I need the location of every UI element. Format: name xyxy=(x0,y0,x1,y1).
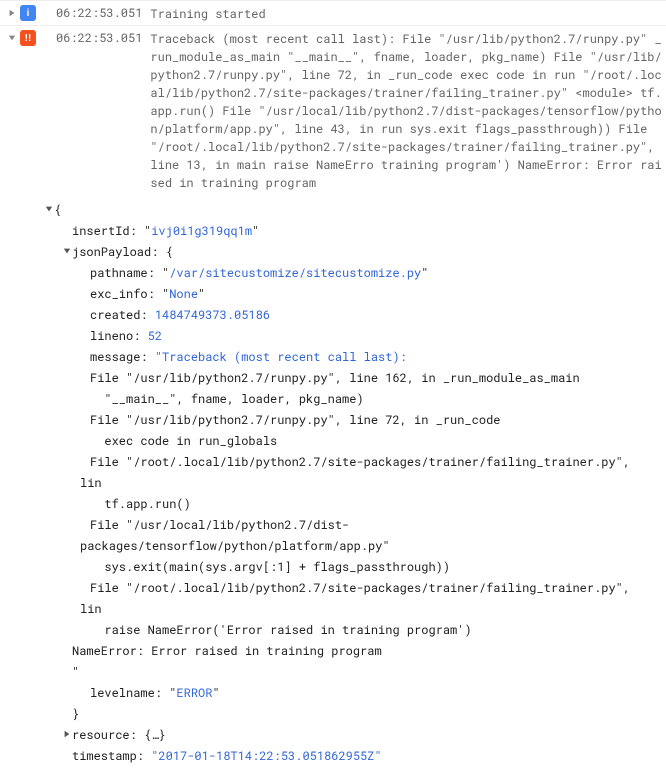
json-close-brace: } xyxy=(44,704,656,725)
traceback-line: File "/usr/lib/python2.7/runpy.py", line… xyxy=(44,368,656,389)
expanded-log-json: { insertId: "ivj0i1g319qq1m" jsonPayload… xyxy=(0,194,666,773)
log-gutter: i xyxy=(0,3,56,21)
log-message[interactable]: Traceback (most recent call last): File … xyxy=(150,28,666,192)
log-row: !! 06:22:53.051 Traceback (most recent c… xyxy=(0,25,666,194)
log-row: i 06:22:53.051 Training started xyxy=(0,0,666,25)
expand-toggle-icon[interactable] xyxy=(6,32,18,44)
log-gutter: !! xyxy=(0,28,56,46)
traceback-line: NameError: Error raised in training prog… xyxy=(44,641,656,662)
chevron-down-icon[interactable] xyxy=(62,242,72,263)
severity-error-icon: !! xyxy=(20,30,36,46)
traceback-line: File "/usr/local/lib/python2.7/dist-pack… xyxy=(44,515,656,557)
traceback-line: File "/usr/lib/python2.7/runpy.py", line… xyxy=(44,410,656,431)
json-field-message[interactable]: message: "Traceback (most recent call la… xyxy=(44,347,656,368)
traceback-line: File "/root/.local/lib/python2.7/site-pa… xyxy=(44,578,656,620)
json-field-resource[interactable]: resource: {…} xyxy=(44,725,656,746)
traceback-line: raise NameError('Error raised in trainin… xyxy=(44,620,656,641)
traceback-line: exec code in run_globals xyxy=(44,431,656,452)
log-timestamp: 06:22:53.051 xyxy=(56,3,150,21)
traceback-line: sys.exit(main(sys.argv[:1] + flags_passt… xyxy=(44,557,656,578)
traceback-line: " xyxy=(44,662,656,683)
json-field-pathname[interactable]: pathname: "/var/sitecustomize/sitecustom… xyxy=(44,263,656,284)
json-open-brace: { xyxy=(44,200,656,221)
json-field-insertid[interactable]: insertId: "ivj0i1g319qq1m" xyxy=(44,221,656,242)
json-field-lineno[interactable]: lineno: 52 xyxy=(44,326,656,347)
log-timestamp: 06:22:53.051 xyxy=(56,28,150,46)
traceback-line: File "/root/.local/lib/python2.7/site-pa… xyxy=(44,452,656,494)
traceback-line: tf.app.run() xyxy=(44,494,656,515)
severity-info-icon: i xyxy=(20,5,36,21)
json-field-jsonpayload[interactable]: jsonPayload: { xyxy=(44,242,656,263)
traceback-line: "__main__", fname, loader, pkg_name) xyxy=(44,389,656,410)
log-message[interactable]: Training started xyxy=(150,3,666,23)
json-field-created[interactable]: created: 1484749373.05186 xyxy=(44,305,656,326)
json-field-timestamp[interactable]: timestamp: "2017-01-18T14:22:53.05186295… xyxy=(44,746,656,767)
chevron-right-icon[interactable] xyxy=(62,725,72,746)
expand-toggle-icon[interactable] xyxy=(6,7,18,19)
json-field-excinfo[interactable]: exc_info: "None" xyxy=(44,284,656,305)
chevron-down-icon[interactable] xyxy=(44,200,54,221)
json-field-levelname[interactable]: levelname: "ERROR" xyxy=(44,683,656,704)
